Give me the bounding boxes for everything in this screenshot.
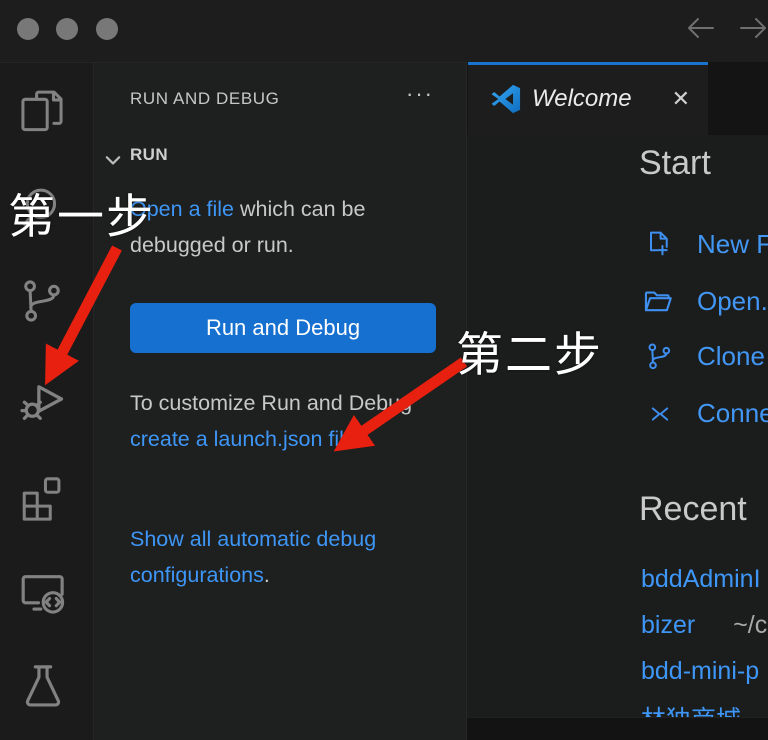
create-launch-json-link[interactable]: create a launch.json file bbox=[130, 427, 356, 451]
recent-heading: Recent bbox=[639, 490, 747, 529]
remote-explorer-icon[interactable] bbox=[16, 565, 68, 617]
nav-back-button[interactable] bbox=[684, 13, 716, 48]
source-control-icon[interactable] bbox=[16, 275, 68, 327]
tab-bar: Welcome ✕ bbox=[467, 62, 768, 135]
start-item-label: New File... bbox=[697, 229, 768, 260]
run-section-header[interactable]: RUN bbox=[130, 145, 168, 165]
testing-icon[interactable] bbox=[16, 659, 68, 711]
start-item-label: Open... bbox=[697, 286, 768, 317]
run-and-debug-button[interactable]: Run and Debug bbox=[130, 303, 436, 353]
step1-annotation: 第一步 bbox=[8, 178, 155, 247]
activity-bar bbox=[0, 62, 94, 740]
explorer-icon[interactable] bbox=[16, 85, 68, 137]
nav-forward-button[interactable] bbox=[738, 13, 768, 48]
customize-text: To customize Run and Debug bbox=[130, 391, 412, 415]
recent-item[interactable]: bddAdminI bbox=[641, 565, 761, 594]
start-heading: Start bbox=[639, 144, 711, 183]
recent-item-name[interactable]: bdd-mini-p bbox=[641, 657, 759, 685]
title-bar bbox=[0, 0, 768, 62]
start-item-clone[interactable]: Clone Git Repository... bbox=[643, 340, 768, 372]
recent-item[interactable]: bdd-mini-p bbox=[641, 657, 759, 686]
tab-close-icon[interactable]: ✕ bbox=[672, 86, 690, 112]
new-file-icon bbox=[643, 228, 675, 260]
open-folder-icon bbox=[641, 284, 675, 318]
connect-remote-icon bbox=[645, 399, 675, 429]
panel-title: RUN AND DEBUG bbox=[130, 89, 280, 109]
customize-paragraph: To customize Run and Debug create a laun… bbox=[130, 385, 438, 457]
run-and-debug-panel: RUN AND DEBUG ··· RUN Open a file which … bbox=[94, 62, 466, 740]
recent-item[interactable]: bizer ~/c bbox=[641, 611, 767, 640]
tab-welcome[interactable]: Welcome ✕ bbox=[468, 62, 708, 135]
run-and-debug-icon[interactable] bbox=[16, 371, 68, 423]
start-item-connect[interactable]: Connect to... bbox=[645, 398, 768, 429]
open-file-paragraph: Open a file which can be debugged or run… bbox=[130, 191, 438, 263]
customize-period: . bbox=[356, 427, 362, 451]
clone-repo-icon bbox=[643, 340, 675, 372]
start-item-open[interactable]: Open... bbox=[641, 284, 768, 318]
extensions-icon[interactable] bbox=[16, 471, 68, 523]
tab-label: Welcome bbox=[532, 85, 632, 113]
show-all-period: . bbox=[264, 563, 270, 587]
more-actions-icon[interactable]: ··· bbox=[406, 81, 434, 107]
minimize-window-button[interactable] bbox=[56, 18, 78, 40]
recent-item-name[interactable]: bizer bbox=[641, 611, 695, 639]
chevron-down-icon[interactable] bbox=[102, 149, 124, 176]
show-all-paragraph: Show all automatic debug configurations. bbox=[130, 521, 438, 593]
vscode-window: RUN AND DEBUG ··· RUN Open a file which … bbox=[0, 0, 768, 740]
maximize-window-button[interactable] bbox=[96, 18, 118, 40]
start-item-label: Clone Git Repository... bbox=[697, 341, 768, 372]
editor-area: Welcome ✕ Start New File... Open... bbox=[466, 62, 768, 740]
show-all-configurations-link[interactable]: Show all automatic debug configurations bbox=[130, 527, 376, 587]
step2-annotation: 第二步 bbox=[456, 316, 603, 385]
recent-item-name[interactable]: bddAdminI bbox=[641, 565, 761, 593]
recent-item-path: ~/c bbox=[733, 611, 767, 639]
editor-bottom-strip bbox=[467, 717, 768, 740]
start-item-label: Connect to... bbox=[697, 398, 768, 429]
close-window-button[interactable] bbox=[17, 18, 39, 40]
start-item-new-file[interactable]: New File... bbox=[643, 228, 768, 260]
vscode-logo-icon bbox=[490, 83, 522, 120]
